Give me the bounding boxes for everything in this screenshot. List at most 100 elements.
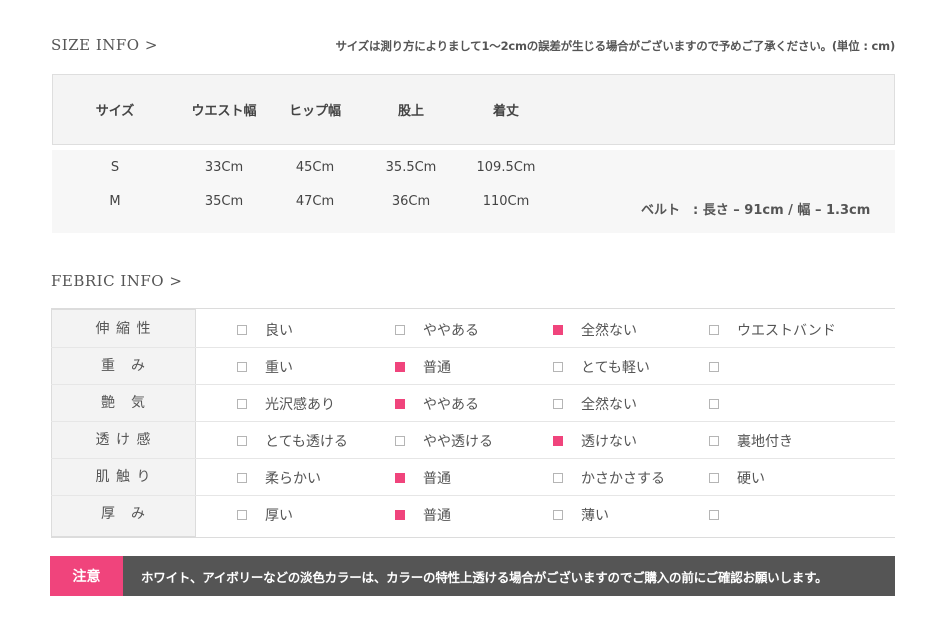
option-label: 全然ない bbox=[581, 322, 637, 339]
checkbox-checked bbox=[395, 398, 405, 409]
option-label: 薄い bbox=[581, 507, 609, 524]
size-header-hip: ヒップ幅 bbox=[288, 104, 342, 119]
checkbox bbox=[709, 435, 719, 446]
size-row-m-size: M bbox=[109, 194, 121, 209]
fabric-row-label: 重 み bbox=[101, 358, 146, 374]
checkbox-checked bbox=[395, 472, 405, 483]
checkbox bbox=[237, 361, 247, 372]
checkbox bbox=[553, 398, 563, 409]
option-label: やや透ける bbox=[423, 433, 493, 450]
fabric-option: 普通 bbox=[395, 496, 451, 533]
option-label: 重い bbox=[265, 359, 293, 376]
fabric-option: 裏地付き bbox=[709, 422, 793, 459]
option-label: 良い bbox=[265, 322, 293, 339]
belt-info: ベルト : 長さ – 91cm / 幅 – 1.3cm bbox=[641, 203, 871, 218]
fabric-option: かさかさする bbox=[553, 459, 665, 496]
fabric-row-texture: 肌 触 り 柔らかい 普通 かさかさする 硬い bbox=[51, 459, 895, 496]
size-row-s-length: 109.5Cm bbox=[476, 160, 536, 175]
checkbox bbox=[709, 472, 719, 483]
checkbox bbox=[395, 435, 405, 446]
fabric-option: 透けない bbox=[553, 422, 637, 459]
option-label: 普通 bbox=[423, 507, 451, 524]
size-header-rise: 股上 bbox=[397, 104, 425, 119]
checkbox-checked bbox=[553, 435, 563, 446]
option-label: 裏地付き bbox=[737, 433, 793, 450]
fabric-row-label: 伸 縮 性 bbox=[95, 321, 152, 337]
size-row-m-rise: 36Cm bbox=[391, 194, 431, 209]
size-row-m-waist: 35Cm bbox=[204, 194, 244, 209]
checkbox-checked bbox=[553, 324, 563, 335]
option-label: ややある bbox=[423, 396, 479, 413]
option-label: 普通 bbox=[423, 470, 451, 487]
fabric-option: 厚い bbox=[237, 496, 293, 533]
option-label: 全然ない bbox=[581, 396, 637, 413]
fabric-option: 重い bbox=[237, 348, 293, 385]
fabric-option: ややある bbox=[395, 311, 479, 348]
option-label: 普通 bbox=[423, 359, 451, 376]
size-header-waist: ウエスト幅 bbox=[191, 104, 257, 119]
fabric-option: とても軽い bbox=[553, 348, 650, 385]
size-header-size: サイズ bbox=[95, 104, 135, 119]
fabric-row-label: 厚 み bbox=[101, 506, 146, 522]
size-info-title: SIZE INFO > bbox=[51, 36, 158, 54]
size-row-s-waist: 33Cm bbox=[204, 160, 244, 175]
option-label: 柔らかい bbox=[265, 470, 321, 487]
checkbox bbox=[237, 472, 247, 483]
fabric-row-sheerness: 透 け 感 とても透ける やや透ける 透けない 裏地付き bbox=[51, 422, 895, 459]
checkbox-checked bbox=[395, 509, 405, 520]
fabric-row-label: 肌 触 り bbox=[95, 469, 152, 485]
fabric-row-stretch: 伸 縮 性 良い ややある 全然ない ウエストバンド bbox=[51, 311, 895, 348]
fabric-info-title: FEBRIC INFO > bbox=[51, 272, 183, 290]
option-label: とても透ける bbox=[265, 433, 348, 450]
fabric-option: 柔らかい bbox=[237, 459, 321, 496]
size-row-s-hip: 45Cm bbox=[295, 160, 335, 175]
size-row-m-hip: 47Cm bbox=[295, 194, 335, 209]
fabric-option: とても透ける bbox=[237, 422, 348, 459]
fabric-option: 薄い bbox=[553, 496, 609, 533]
checkbox bbox=[709, 398, 719, 409]
checkbox bbox=[553, 361, 563, 372]
checkbox bbox=[237, 398, 247, 409]
fabric-row-label: 艶 気 bbox=[101, 395, 146, 411]
checkbox bbox=[553, 509, 563, 520]
checkbox bbox=[237, 435, 247, 446]
fabric-option: 光沢感あり bbox=[237, 385, 335, 422]
size-row-s-size: S bbox=[110, 160, 120, 175]
size-table-header bbox=[52, 74, 895, 145]
fabric-option: 全然ない bbox=[553, 311, 637, 348]
option-label: 透けない bbox=[581, 433, 637, 450]
checkbox bbox=[709, 361, 719, 372]
option-label: かさかさする bbox=[581, 470, 665, 487]
checkbox bbox=[237, 509, 247, 520]
notice-text: ホワイト、アイボリーなどの淡色カラーは、カラーの特性上透ける場合がございますので… bbox=[141, 569, 828, 585]
option-label: ウエストバンド bbox=[737, 322, 836, 339]
checkbox bbox=[709, 324, 719, 335]
size-header-length: 着丈 bbox=[492, 104, 520, 119]
size-table-body bbox=[52, 150, 895, 233]
notice-banner: 注意 ホワイト、アイボリーなどの淡色カラーは、カラーの特性上透ける場合がございま… bbox=[50, 556, 895, 596]
fabric-option: 普通 bbox=[395, 348, 451, 385]
fabric-option: 全然ない bbox=[553, 385, 637, 422]
fabric-option: 硬い bbox=[709, 459, 765, 496]
checkbox bbox=[553, 472, 563, 483]
fabric-option: やや透ける bbox=[395, 422, 493, 459]
fabric-option bbox=[709, 496, 737, 533]
fabric-table: 伸 縮 性 良い ややある 全然ない ウエストバンド 重 み 重い 普通 とても… bbox=[51, 308, 895, 538]
size-note: サイズは測り方によりまして1〜2cmの誤差が生じる場合がございますので予めご了承… bbox=[335, 39, 896, 53]
fabric-option: ややある bbox=[395, 385, 479, 422]
size-row-s-rise: 35.5Cm bbox=[385, 160, 437, 175]
option-label: 厚い bbox=[265, 507, 293, 524]
checkbox-checked bbox=[395, 361, 405, 372]
fabric-row-label: 透 け 感 bbox=[95, 432, 152, 448]
fabric-option bbox=[709, 348, 737, 385]
checkbox bbox=[709, 509, 719, 520]
fabric-option: 普通 bbox=[395, 459, 451, 496]
checkbox bbox=[237, 324, 247, 335]
fabric-option: 良い bbox=[237, 311, 293, 348]
fabric-row-thickness: 厚 み 厚い 普通 薄い bbox=[51, 496, 895, 533]
option-label: 硬い bbox=[737, 470, 765, 487]
fabric-option bbox=[709, 385, 737, 422]
size-row-m-length: 110Cm bbox=[482, 194, 530, 209]
fabric-row-gloss: 艶 気 光沢感あり ややある 全然ない bbox=[51, 385, 895, 422]
option-label: 光沢感あり bbox=[265, 396, 335, 413]
